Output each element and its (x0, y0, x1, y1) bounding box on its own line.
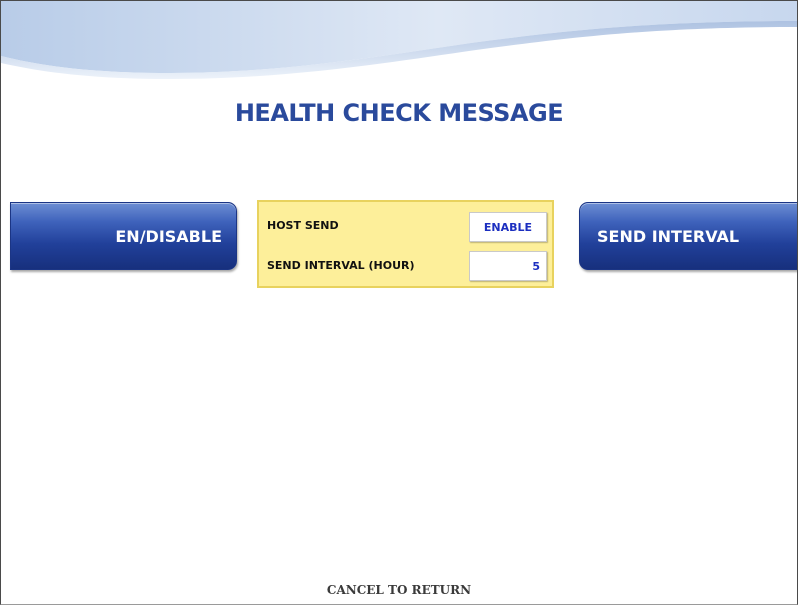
send-interval-label: SEND INTERVAL (HOUR) (267, 259, 415, 272)
host-send-label: HOST SEND (267, 219, 339, 232)
send-interval-button-label: SEND INTERVAL (597, 226, 740, 246)
send-interval-button[interactable]: SEND INTERVAL (579, 202, 797, 270)
host-send-value: ENABLE (469, 212, 547, 242)
page-title: HEALTH CHECK MESSAGE (234, 99, 564, 127)
settings-panel: HOST SEND ENABLE SEND INTERVAL (HOUR) 5 (257, 200, 554, 288)
header-wave-banner (1, 1, 797, 79)
send-interval-value: 5 (469, 251, 547, 281)
en-disable-button[interactable]: EN/DISABLE (10, 202, 237, 270)
en-disable-button-label: EN/DISABLE (115, 226, 222, 246)
atm-screen: HEALTH CHECK MESSAGE EN/DISABLE HOST SEN… (0, 0, 798, 605)
cancel-to-return-hint: CANCEL TO RETURN (326, 583, 472, 597)
